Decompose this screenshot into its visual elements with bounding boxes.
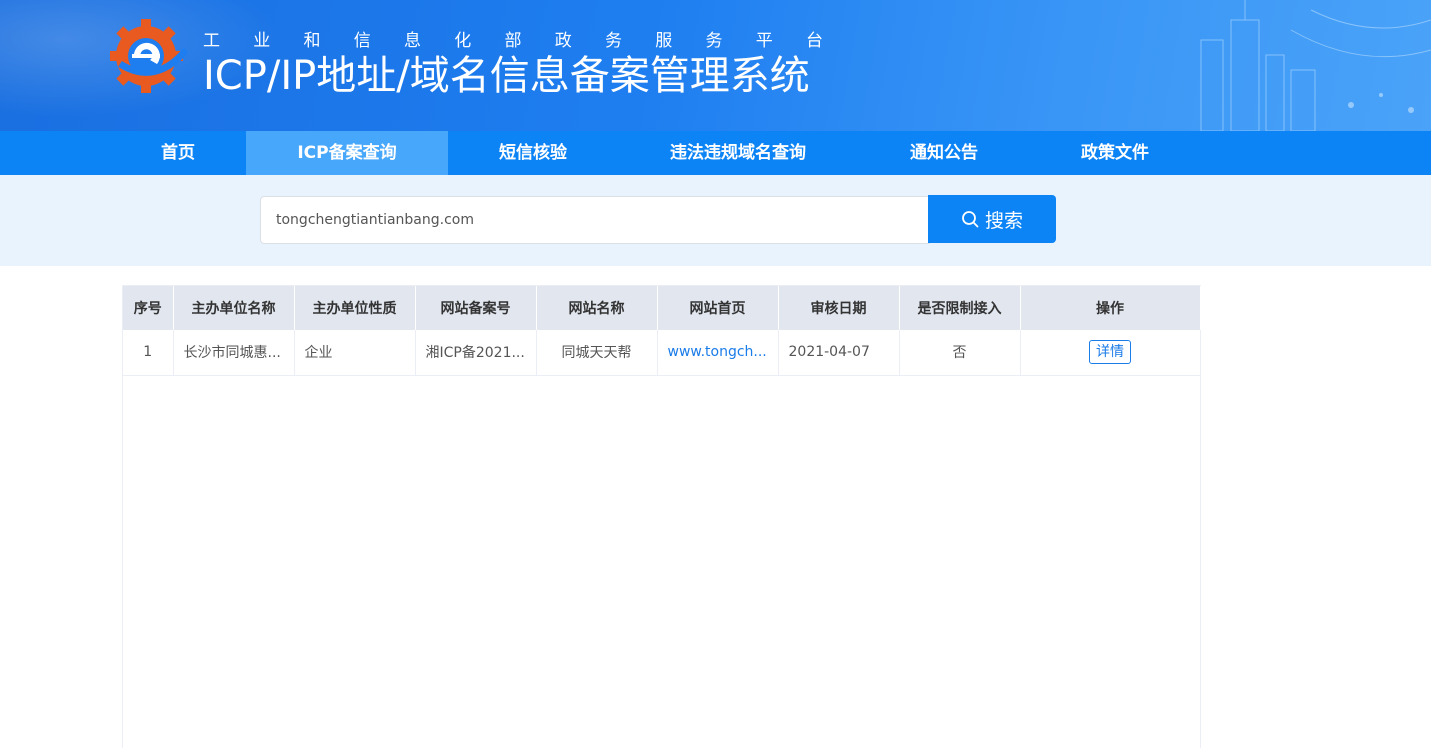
cell-site-name: 同城天天帮 [536,330,658,376]
search-button-label: 搜索 [984,209,1023,232]
column-header: 网站首页 [657,286,779,330]
nav-item-notices[interactable]: 通知公告 [858,131,1030,175]
column-header: 主办单位名称 [173,286,295,330]
column-header: 审核日期 [778,286,900,330]
header-subtitle: 工 业 和 信 息 化 部 政 务 服 务 平 台 [203,26,823,51]
subtitle-char: 工 [203,31,220,51]
city-skyline-decoration [1200,0,1431,131]
subtitle-char: 务 [705,31,723,51]
miit-logo-icon [110,19,188,93]
detail-button[interactable]: 详情 [1089,340,1131,365]
subtitle-char: 化 [454,31,472,51]
table-row: 1 长沙市同城惠... 企业 湘ICP备2021... 同城天天帮 www.to… [123,330,1201,376]
cell-index: 1 [123,330,174,376]
subtitle-char: 息 [404,31,421,51]
column-header: 主办单位性质 [294,286,416,330]
main-nav: 首页 ICP备案查询 短信核验 违法违规域名查询 通知公告 政策文件 [0,131,1431,175]
nav-item-icp-query[interactable]: ICP备案查询 [246,131,448,175]
site-header: 工 业 和 信 息 化 部 政 务 服 务 平 台 ICP/IP地址/域名信息备… [0,0,1431,131]
subtitle-char: 平 [755,31,773,51]
subtitle-char: 部 [504,31,522,51]
nav-item-illegal-domain-query[interactable]: 违法违规域名查询 [618,131,858,175]
results-table: 序号 主办单位名称 主办单位性质 网站备案号 网站名称 网站首页 审核日期 是否… [122,285,1201,748]
page-title: ICP/IP地址/域名信息备案管理系统 [203,53,810,99]
nav-item-policy-docs[interactable]: 政策文件 [1030,131,1200,175]
subtitle-char: 服 [655,31,673,51]
search-input[interactable] [260,196,930,244]
subtitle-char: 政 [554,31,572,51]
cell-review-date: 2021-04-07 [778,330,900,376]
column-header: 网站名称 [536,286,658,330]
cell-record-no: 湘ICP备2021... [415,330,537,376]
column-header: 操作 [1020,286,1201,330]
subtitle-char: 和 [303,31,321,51]
column-header: 网站备案号 [415,286,537,330]
cell-org-type: 企业 [294,330,416,376]
cell-homepage-link[interactable]: www.tongch... [657,330,779,376]
subtitle-char: 信 [353,31,371,51]
nav-item-sms-verify[interactable]: 短信核验 [448,131,618,175]
cell-restricted: 否 [899,330,1021,376]
subtitle-char: 台 [806,31,823,51]
table-header-row: 序号 主办单位名称 主办单位性质 网站备案号 网站名称 网站首页 审核日期 是否… [123,286,1201,330]
search-button[interactable]: 搜索 [928,195,1056,243]
subtitle-char: 业 [253,31,271,51]
cell-org-name: 长沙市同城惠... [173,330,295,376]
column-header: 序号 [123,286,174,330]
column-header: 是否限制接入 [899,286,1021,330]
cell-action: 详情 [1020,330,1201,376]
nav-item-home[interactable]: 首页 [110,131,246,175]
subtitle-char: 务 [605,31,622,51]
search-icon [962,211,979,228]
